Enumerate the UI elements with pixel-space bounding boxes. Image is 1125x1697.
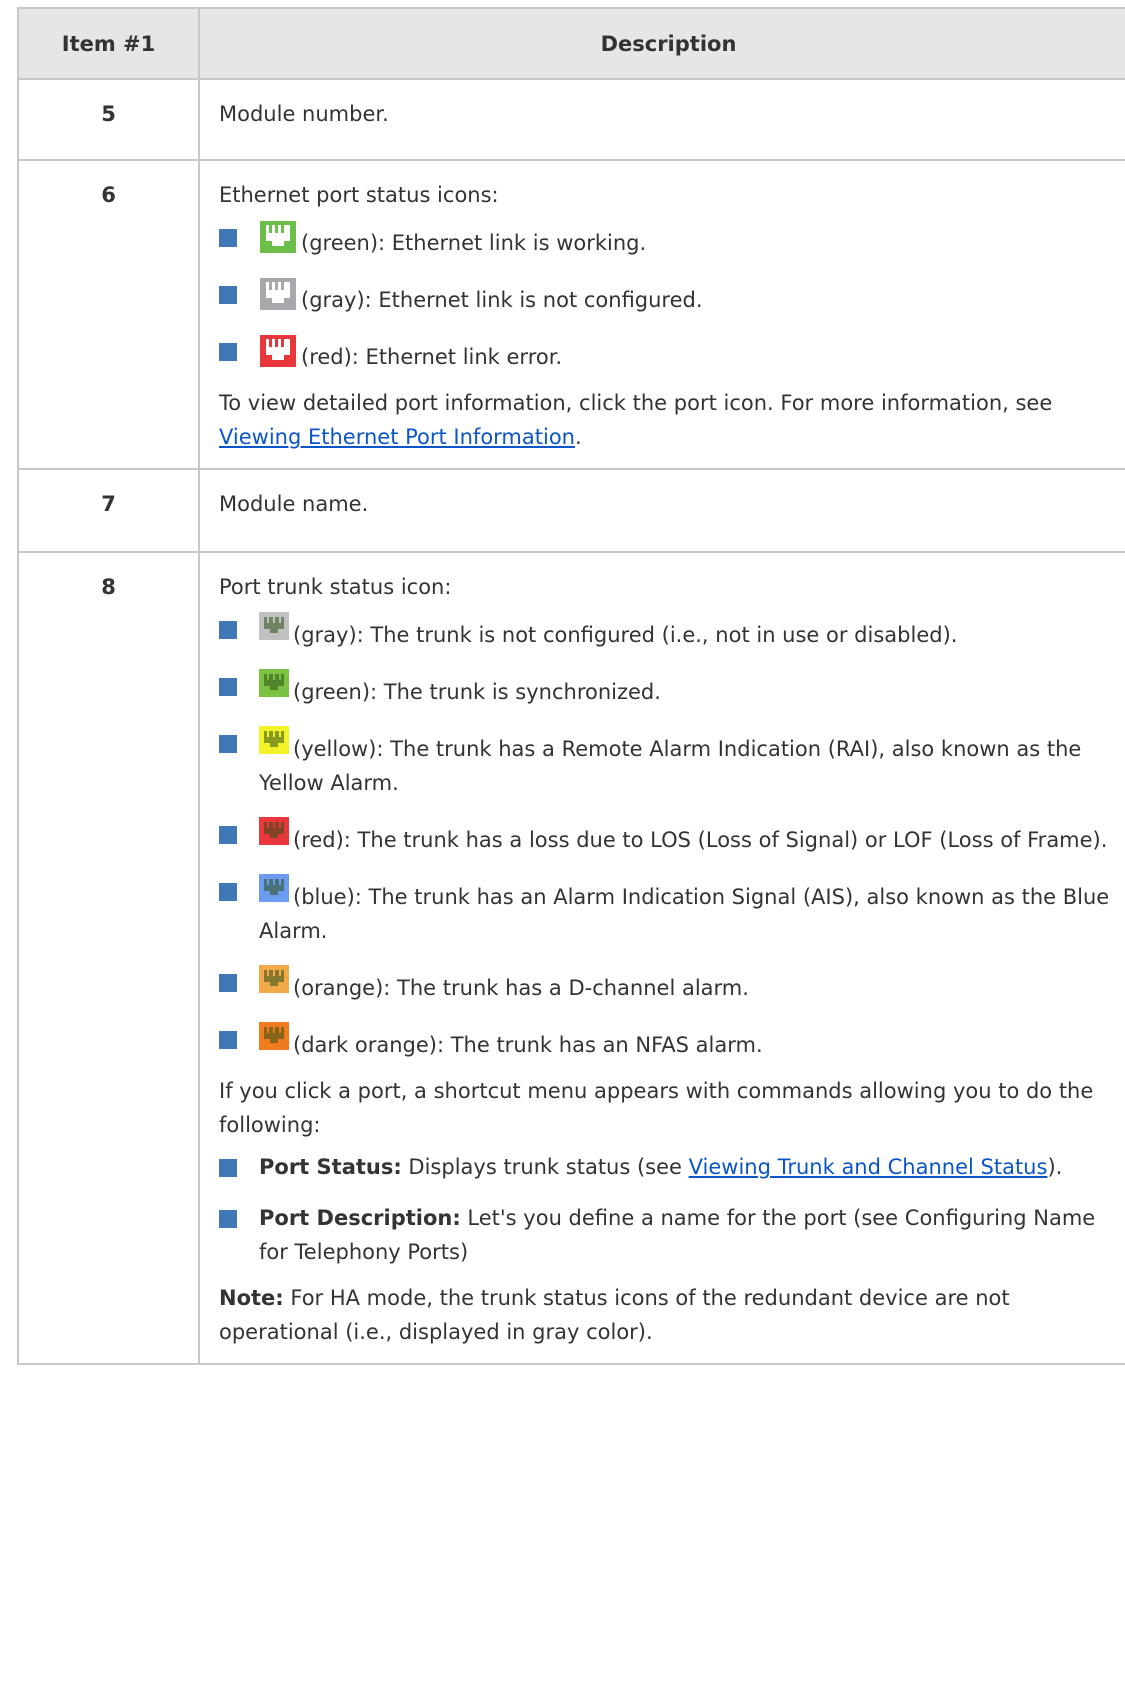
trunk-icons-intro: Port trunk status icon: xyxy=(219,575,452,599)
ethernet-port-green-icon xyxy=(260,221,296,253)
shortcut-menu-intro: If you click a port, a shortcut menu app… xyxy=(219,1079,1094,1137)
table-row: 8 Port trunk status icon: (gray): The tr… xyxy=(17,551,1125,1365)
table-row: 5 Module number. xyxy=(17,78,1125,161)
ethernet-port-gray-icon xyxy=(260,278,296,310)
icon-description: (red): The trunk has a loss due to LOS (… xyxy=(293,828,1108,852)
icon-description: (green): Ethernet link is working. xyxy=(301,231,647,255)
bullet-icon xyxy=(219,1210,237,1228)
ha-mode-note: Note: For HA mode, the trunk status icon… xyxy=(219,1281,1119,1349)
table-row: 6 Ethernet port status icons: (green): E… xyxy=(17,159,1125,470)
trunk-dark-orange-icon xyxy=(259,1022,289,1050)
item-number: 5 xyxy=(17,78,200,161)
trunk-blue-icon xyxy=(259,874,289,902)
list-item: (green): The trunk is synchronized. xyxy=(219,669,1119,709)
bullet-icon xyxy=(219,1159,237,1177)
icon-description: (dark orange): The trunk has an NFAS ala… xyxy=(293,1033,763,1057)
item-number: 7 xyxy=(17,468,200,553)
bullet-icon xyxy=(219,621,237,639)
column-header-description: Description xyxy=(198,7,1125,80)
icon-description: (blue): The trunk has an Alarm Indicatio… xyxy=(259,885,1110,943)
item-description: Module name. xyxy=(198,468,1125,553)
icon-description: (red): Ethernet link error. xyxy=(301,345,563,369)
command-end: ). xyxy=(1047,1155,1063,1179)
bullet-icon xyxy=(219,883,237,901)
bullet-icon xyxy=(219,826,237,844)
bullet-icon xyxy=(219,286,237,304)
item-description: Ethernet port status icons: (green): Eth… xyxy=(198,159,1125,470)
bullet-icon xyxy=(219,1031,237,1049)
command-label: Port Description: xyxy=(259,1206,461,1230)
item-number: 8 xyxy=(17,551,200,1365)
icon-description: (gray): The trunk is not configured (i.e… xyxy=(293,623,958,647)
command-list: Port Status: Displays trunk status (see … xyxy=(219,1150,1119,1269)
icon-description: (gray): Ethernet link is not configured. xyxy=(301,288,703,312)
table-row: 7 Module name. xyxy=(17,468,1125,553)
trunk-orange-icon xyxy=(259,965,289,993)
column-header-item: Item #1 xyxy=(17,7,200,80)
list-item: (gray): The trunk is not configured (i.e… xyxy=(219,612,1119,652)
bullet-icon xyxy=(219,678,237,696)
icon-description: (yellow): The trunk has a Remote Alarm I… xyxy=(259,737,1082,795)
note-end: . xyxy=(575,425,582,449)
item-description: Port trunk status icon: (gray): The trun… xyxy=(198,551,1125,1365)
list-item: Port Status: Displays trunk status (see … xyxy=(219,1150,1119,1184)
list-item: (blue): The trunk has an Alarm Indicatio… xyxy=(219,874,1119,948)
table-header-row: Item #1 Description xyxy=(17,7,1125,80)
trunk-green-icon xyxy=(259,669,289,697)
icon-description: (orange): The trunk has a D-channel alar… xyxy=(293,976,749,1000)
viewing-trunk-and-channel-status-link[interactable]: Viewing Trunk and Channel Status xyxy=(689,1155,1048,1179)
list-item: Port Description: Let's you define a nam… xyxy=(219,1201,1119,1269)
ethernet-icon-list: (green): Ethernet link is working. (gray… xyxy=(219,220,1119,374)
viewing-ethernet-port-information-link[interactable]: Viewing Ethernet Port Information xyxy=(219,425,575,449)
bullet-icon xyxy=(219,343,237,361)
icon-description: (green): The trunk is synchronized. xyxy=(293,680,661,704)
note-label: Note: xyxy=(219,1286,284,1310)
ethernet-note: To view detailed port information, click… xyxy=(219,386,1119,454)
command-text: Displays trunk status (see xyxy=(401,1155,689,1179)
trunk-gray-icon xyxy=(259,612,289,640)
description-table: Item #1 Description 5 Module number. 6 E… xyxy=(17,7,1125,1365)
bullet-icon xyxy=(219,735,237,753)
list-item: (yellow): The trunk has a Remote Alarm I… xyxy=(219,726,1119,800)
list-item: (dark orange): The trunk has an NFAS ala… xyxy=(219,1022,1119,1062)
ethernet-icons-intro: Ethernet port status icons: xyxy=(219,183,499,207)
list-item: (red): Ethernet link error. xyxy=(219,334,1119,374)
command-label: Port Status: xyxy=(259,1155,402,1179)
ethernet-port-red-icon xyxy=(260,335,296,367)
item-number: 6 xyxy=(17,159,200,470)
item-description: Module number. xyxy=(198,78,1125,161)
bullet-icon xyxy=(219,974,237,992)
note-text: For HA mode, the trunk status icons of t… xyxy=(219,1286,1010,1344)
trunk-red-icon xyxy=(259,817,289,845)
trunk-icon-list: (gray): The trunk is not configured (i.e… xyxy=(219,612,1119,1062)
list-item: (red): The trunk has a loss due to LOS (… xyxy=(219,817,1119,857)
bullet-icon xyxy=(219,229,237,247)
note-text: To view detailed port information, click… xyxy=(219,391,1053,415)
list-item: (gray): Ethernet link is not configured. xyxy=(219,277,1119,317)
list-item: (green): Ethernet link is working. xyxy=(219,220,1119,260)
list-item: (orange): The trunk has a D-channel alar… xyxy=(219,965,1119,1005)
trunk-yellow-icon xyxy=(259,726,289,754)
